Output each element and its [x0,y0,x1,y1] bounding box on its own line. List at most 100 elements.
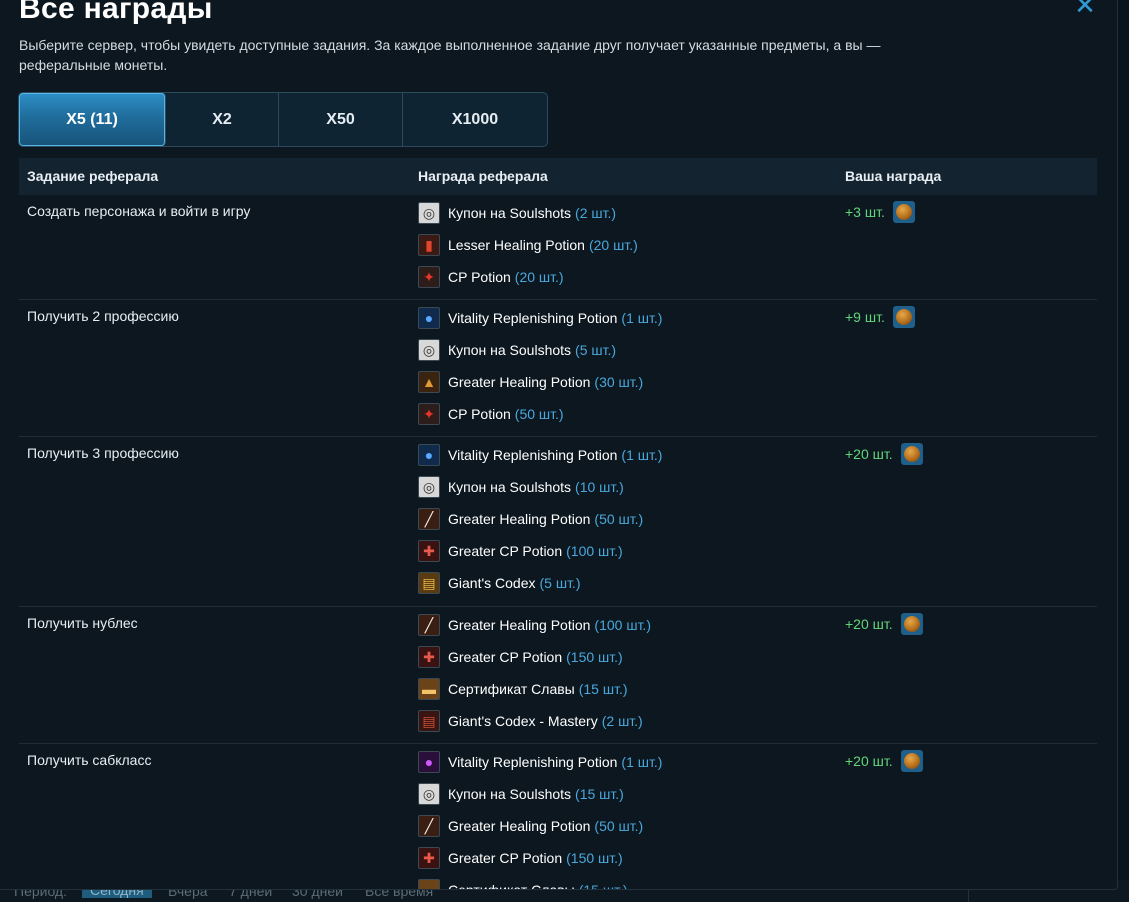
table-row: Получить сабкласс ● Vitality Replenishing… [19,744,1097,890]
item-qty: (50 шт.) [594,818,644,834]
item-name: Greater Healing Potion [448,818,591,834]
reward-amount: +20 шт. [845,753,893,769]
item-qty: (15 шт.) [578,882,628,890]
referral-coin-icon [892,306,915,328]
tab-x50[interactable]: X50 [279,93,403,146]
task-name: Создать персонажа и войти в игру [27,203,251,219]
reward-item: ◎ Купон на Soulshots (15 шт.) [418,778,662,810]
reward-amount: +3 шт. [845,204,885,220]
giants-codex-mastery-icon: ▤ [418,710,440,732]
greater-healing-potion-icon: ╱ [418,614,440,636]
task-name: Получить нублес [27,615,138,631]
referral-reward-list: ◎ Купон на Soulshots (2 шт.) ▮ Lesser Heali… [418,197,638,293]
greater-healing-potion-icon: ╱ [418,815,440,837]
rewards-table: Задание реферала Награда реферала Ваша н… [19,158,1097,890]
reward-item: ✚ Greater CP Potion (150 шт.) [418,842,662,874]
item-name: Lesser Healing Potion [448,237,585,253]
glory-certificate-icon: ▬ [418,678,440,700]
item-name: Greater Healing Potion [448,374,591,390]
reward-item: ● Vitality Replenishing Potion (1 шт.) [418,746,662,778]
greater-cp-potion-icon: ✚ [418,646,440,668]
referral-coin-icon [892,201,915,223]
item-qty: (150 шт.) [566,649,623,665]
your-reward: +20 шт. [845,750,923,772]
item-qty: (2 шт.) [601,713,643,729]
greater-healing-potion-icon: ╱ [418,508,440,530]
greater-healing-potion-icon: ▲ [418,371,440,393]
reward-item: ▤ Giant's Codex (5 шт.) [418,567,662,599]
item-qty: (50 шт.) [514,406,564,422]
greater-cp-potion-icon: ✚ [418,847,440,869]
referral-coin-icon [900,613,923,635]
item-qty: (50 шт.) [594,511,644,527]
modal-title: Все награды [19,0,213,25]
item-qty: (5 шт.) [575,342,617,358]
column-header-your-reward: Ваша награда [845,168,942,184]
lesser-healing-potion-icon: ▮ [418,234,440,256]
item-qty: (1 шт.) [621,447,663,463]
item-name: Купон на Soulshots [448,786,572,802]
reward-item: ● Vitality Replenishing Potion (1 шт.) [418,302,662,334]
item-name: CP Potion [448,269,511,285]
item-name: Купон на Soulshots [448,342,572,358]
item-qty: (30 шт.) [594,374,644,390]
reward-item: ◎ Купон на Soulshots (5 шт.) [418,334,662,366]
item-name: Vitality Replenishing Potion [448,754,618,770]
giants-codex-icon: ▤ [418,572,440,594]
item-qty: (1 шт.) [621,754,663,770]
item-name: Купон на Soulshots [448,479,572,495]
reward-item: ▲ Greater Healing Potion (30 шт.) [418,366,662,398]
close-icon[interactable]: ✕ [1072,0,1098,20]
soulshot-coupon-icon: ◎ [418,202,440,224]
vitality-potion-icon: ● [418,751,440,773]
table-row: Получить 2 профессию ● Vitality Replenish… [19,300,1097,437]
task-name: Получить сабкласс [27,752,152,768]
tab-x5[interactable]: X5 (11) [19,93,166,146]
reward-item: ✚ Greater CP Potion (150 шт.) [418,641,651,673]
item-name: Greater CP Potion [448,543,563,559]
tab-x2[interactable]: X2 [166,93,279,146]
soulshot-coupon-icon: ◎ [418,476,440,498]
item-name: Greater Healing Potion [448,511,591,527]
item-name: CP Potion [448,406,511,422]
item-qty: (100 шт.) [594,617,651,633]
reward-item: ✚ Greater CP Potion (100 шт.) [418,535,662,567]
reward-item: ✦ CP Potion (50 шт.) [418,398,662,430]
tab-x1000[interactable]: X1000 [403,93,547,146]
vitality-potion-icon: ● [418,307,440,329]
item-name: Купон на Soulshots [448,205,572,221]
item-qty: (100 шт.) [566,543,623,559]
reward-item: ╱ Greater Healing Potion (50 шт.) [418,503,662,535]
table-row: Получить нублес ╱ Greater Healing Potion(… [19,607,1097,744]
reward-item: ╱ Greater Healing Potion (100 шт.) [418,609,651,641]
referral-coin-icon [900,443,923,465]
item-qty: (10 шт.) [575,479,624,495]
your-reward: +3 шт. [845,201,915,223]
item-name: Vitality Replenishing Potion [448,310,618,326]
reward-item: ● Vitality Replenishing Potion (1 шт.) [418,439,662,471]
your-reward: +9 шт. [845,306,915,328]
item-name: Giant's Codex [448,575,536,591]
your-reward: +20 шт. [845,613,923,635]
referral-reward-list: ╱ Greater Healing Potion (100 шт.) ✚ Greate… [418,609,651,737]
table-row: Получить 3 профессию ● Vitality Replenish… [19,437,1097,607]
item-name: Greater CP Potion [448,850,563,866]
item-qty: (15 шт.) [575,786,624,802]
reward-item: ◎ Купон на Soulshots (10 шт.) [418,471,662,503]
item-qty: (1 шт.) [621,310,663,326]
table-row: Создать персонажа и войти в игру ◎ Купон … [19,195,1097,300]
reward-item: ▬ Сертификат Славы (15 шт.) [418,673,651,705]
reward-item: ▮ Lesser Healing Potion (20 шт.) [418,229,638,261]
item-qty: (2 шт.) [575,205,617,221]
item-name: Greater CP Potion [448,649,563,665]
item-qty: (20 шт.) [514,269,564,285]
table-header: Задание реферала Награда реферала Ваша н… [19,158,1097,195]
your-reward: +20 шт. [845,443,923,465]
item-name: Greater Healing Potion [448,617,591,633]
reward-item: ▤ Giant's Codex - Mastery (2 шт.) [418,705,651,737]
task-name: Получить 3 профессию [27,445,179,461]
referral-coin-icon [900,750,923,772]
referral-reward-list: ● Vitality Replenishing Potion (1 шт.) ◎ Ку… [418,302,662,430]
reward-item: ╱ Greater Healing Potion (50 шт.) [418,810,662,842]
column-header-referral-reward: Награда реферала [418,168,548,184]
